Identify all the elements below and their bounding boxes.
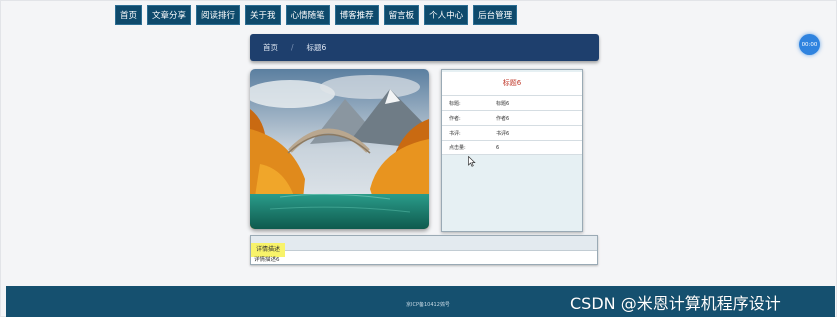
top-nav: 首页 文章分享 阅读排行 关于我 心情随笔 博客推荐 留言板 个人中心 后台管理	[115, 5, 518, 25]
info-value: 书评6	[496, 130, 510, 137]
nav-about-button[interactable]: 关于我	[245, 5, 281, 25]
info-key: 点击量:	[449, 145, 466, 151]
article-image	[250, 69, 429, 229]
info-table: 标题: 标题6 作者: 作者6 书评: 书评6 点击量: 6	[442, 95, 582, 155]
breadcrumb: 首页 / 标题6	[250, 34, 599, 61]
breadcrumb-current: 标题6	[306, 43, 327, 52]
article-title: 标题6	[442, 72, 582, 95]
mouse-cursor-icon	[468, 156, 476, 167]
nav-mood-notes-button[interactable]: 心情随笔	[285, 5, 330, 25]
nav-article-share-button[interactable]: 文章分享	[147, 5, 192, 25]
nav-reading-rank-button[interactable]: 阅读排行	[196, 5, 241, 25]
footer-icp: 京ICP备10412鵼号	[406, 302, 450, 308]
info-value: 6	[496, 144, 500, 151]
watermark-text: CSDN @米恩计算机程序设计	[570, 294, 781, 313]
nav-admin-button[interactable]: 后台管理	[473, 5, 518, 25]
breadcrumb-home-link[interactable]: 首页	[263, 42, 278, 53]
info-value: 标题6	[496, 100, 510, 107]
info-row-title: 标题: 标题6	[442, 95, 582, 110]
info-row-author: 作者: 作者6	[442, 110, 582, 125]
breadcrumb-separator: /	[291, 43, 294, 52]
info-key: 标题:	[449, 100, 461, 107]
description-panel: 详情描述 详情描述6	[250, 235, 598, 265]
clock-badge[interactable]: 00:00	[799, 34, 820, 55]
info-row-clicks: 点击量: 6	[442, 140, 582, 155]
nav-home-button[interactable]: 首页	[115, 5, 143, 25]
description-text: 详情描述6	[254, 257, 280, 263]
info-key: 书评:	[449, 130, 461, 137]
nav-user-center-button[interactable]: 个人中心	[424, 5, 469, 25]
info-row-review: 书评: 书评6	[442, 125, 582, 140]
nav-message-board-button[interactable]: 留言板	[383, 5, 420, 25]
article-info-card: 标题6 标题: 标题6 作者: 作者6 书评: 书评6 点击量: 6	[441, 69, 583, 232]
page: 首页 文章分享 阅读排行 关于我 心情随笔 博客推荐 留言板 个人中心 后台管理…	[0, 0, 837, 317]
nav-blog-recommend-button[interactable]: 博客推荐	[334, 5, 379, 25]
description-header: 详情描述	[251, 236, 597, 257]
info-value: 作者6	[496, 115, 510, 122]
info-key: 作者:	[449, 115, 461, 122]
